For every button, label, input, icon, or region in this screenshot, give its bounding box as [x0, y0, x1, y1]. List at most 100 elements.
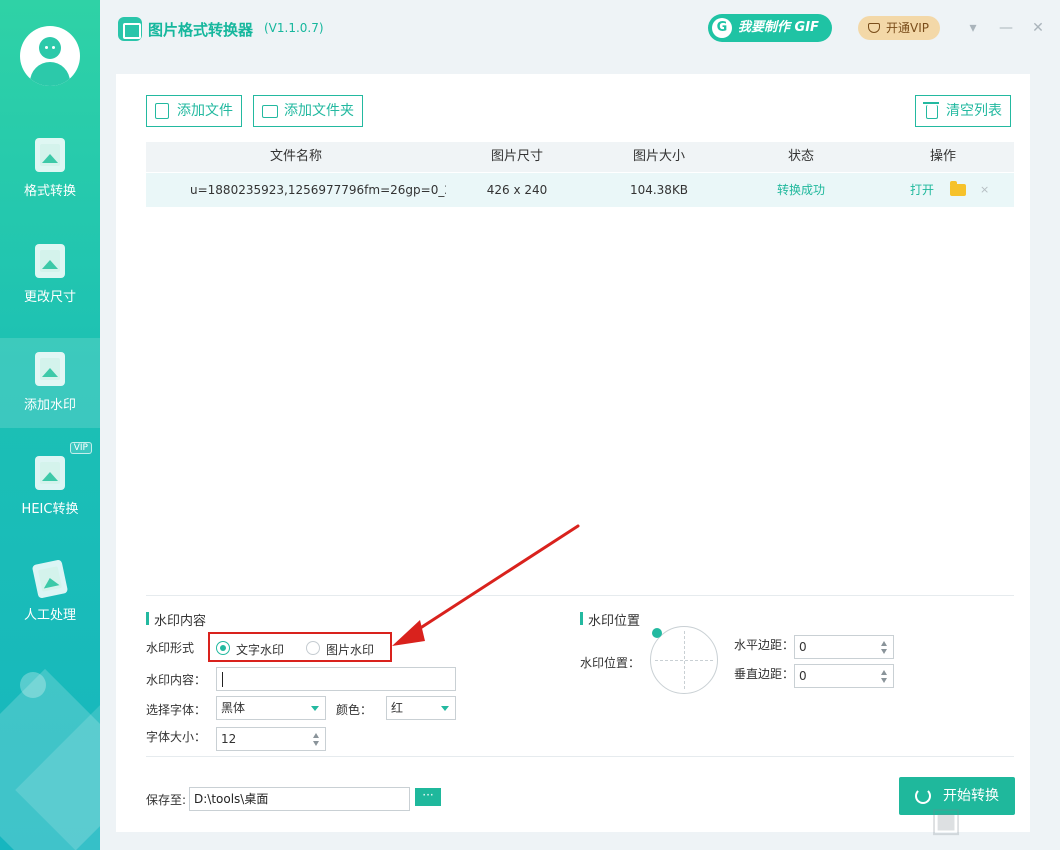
- save-path-input[interactable]: D:\tools\桌面: [189, 787, 410, 811]
- font-select[interactable]: 黑体: [216, 696, 326, 720]
- fontsize-stepper[interactable]: 12: [216, 727, 326, 751]
- menu-dropdown-icon[interactable]: ▾: [965, 20, 981, 36]
- increment-icon[interactable]: [881, 641, 887, 646]
- save-to-label: 保存至:: [146, 793, 187, 807]
- cell-dimensions: 426 x 240: [486, 183, 548, 197]
- sidebar-item-watermark[interactable]: 添加水印: [0, 338, 100, 428]
- file-table: 文件名称 图片尺寸 图片大小 状态 操作 u=1880235923,125697…: [146, 142, 1014, 207]
- add-file-label: 添加文件: [177, 103, 233, 119]
- add-folder-button[interactable]: 添加文件夹: [253, 95, 363, 127]
- sidebar-item-label: 格式转换: [23, 184, 76, 199]
- avatar-body: [30, 62, 70, 86]
- heic-icon: [35, 456, 65, 490]
- decrement-icon[interactable]: [881, 649, 887, 654]
- h-margin-value: 0: [799, 640, 807, 654]
- clear-list-label: 清空列表: [946, 103, 1002, 119]
- v-margin-value: 0: [799, 669, 807, 683]
- header-filename: 文件名称: [269, 149, 322, 164]
- watermark-content-input[interactable]: [216, 667, 456, 691]
- open-vip-button[interactable]: 开通VIP: [858, 16, 940, 40]
- header-filesize: 图片大小: [632, 149, 685, 164]
- crosshair-line: [684, 631, 685, 689]
- main-panel: 添加文件 添加文件夹 清空列表 文件名称 图片尺寸 图片大小 状态 操作 u=1…: [116, 74, 1030, 832]
- minimize-button[interactable]: —: [998, 20, 1014, 36]
- chevron-down-icon: [441, 706, 449, 711]
- app-title: 图片格式转换器: [148, 21, 254, 39]
- section-divider: [146, 756, 1014, 757]
- h-margin-stepper[interactable]: 0: [794, 635, 894, 659]
- vip-badge: VIP: [69, 442, 92, 454]
- add-file-icon: [155, 103, 169, 119]
- refresh-icon: [915, 788, 931, 804]
- sidebar-item-label: 人工处理: [23, 608, 76, 623]
- cell-filesize: 104.38KB: [629, 183, 689, 197]
- diamond-icon: [868, 23, 880, 33]
- header-dimensions: 图片尺寸: [490, 149, 543, 164]
- section-divider: [146, 595, 1014, 596]
- cell-actions: 打开 ×: [872, 173, 1014, 207]
- make-gif-label: 我要制作 GIF: [738, 20, 819, 35]
- close-button[interactable]: ✕: [1030, 20, 1046, 36]
- decrement-icon[interactable]: [881, 678, 887, 683]
- open-folder-icon[interactable]: [950, 181, 966, 196]
- open-link[interactable]: 打开: [910, 173, 934, 207]
- annotation-highlight-box: 文字水印 图片水印: [208, 632, 392, 662]
- increment-icon[interactable]: [313, 733, 319, 738]
- add-file-button[interactable]: 添加文件: [146, 95, 242, 127]
- save-path-value: D:\tools\桌面: [194, 792, 269, 806]
- table-header: 文件名称 图片尺寸 图片大小 状态 操作: [146, 142, 1014, 172]
- radio-dot: [216, 641, 230, 655]
- open-vip-label: 开通VIP: [886, 21, 929, 35]
- clear-list-button[interactable]: 清空列表: [915, 95, 1011, 127]
- format-convert-icon: [35, 138, 65, 172]
- watermark-position-title: 水印位置: [580, 610, 640, 629]
- cell-status: 转换成功: [776, 183, 825, 197]
- browse-button[interactable]: ···: [415, 788, 441, 806]
- sidebar-item-manual[interactable]: 人工处理: [0, 552, 100, 642]
- watermark-content-title: 水印内容: [146, 610, 206, 629]
- radio-dot: [306, 641, 320, 655]
- color-select-value: 红: [391, 701, 404, 715]
- v-margin-label: 垂直边距：: [734, 667, 795, 681]
- avatar-head: [39, 37, 61, 59]
- text-caret: [222, 672, 223, 687]
- manual-process-icon: [31, 559, 69, 599]
- site-watermark-logo: ▣: [930, 800, 962, 840]
- font-select-value: 黑体: [221, 701, 246, 715]
- sidebar-item-heic[interactable]: VIP HEIC转换: [0, 442, 100, 536]
- add-folder-icon: [262, 105, 278, 118]
- sidebar-item-label: HEIC转换: [21, 502, 79, 517]
- fontsize-value: 12: [221, 732, 237, 746]
- radio-image-watermark[interactable]: 图片水印: [306, 641, 374, 658]
- make-gif-button[interactable]: G 我要制作 GIF: [708, 14, 832, 42]
- color-label: 颜色：: [336, 703, 373, 717]
- delete-row-icon[interactable]: ×: [980, 173, 989, 207]
- user-avatar[interactable]: [20, 26, 80, 86]
- header-status: 状态: [787, 149, 814, 164]
- font-label: 选择字体：: [146, 703, 207, 717]
- resize-icon: [35, 244, 65, 278]
- add-folder-label: 添加文件夹: [284, 103, 354, 119]
- watermark-type-label: 水印形式: [146, 641, 195, 655]
- gif-logo-icon: G: [712, 18, 732, 38]
- trash-icon: [923, 102, 939, 119]
- fontsize-label: 字体大小：: [146, 730, 207, 744]
- decrement-icon[interactable]: [313, 741, 319, 746]
- sidebar-item-format-convert[interactable]: 格式转换: [0, 128, 100, 218]
- color-select[interactable]: 红: [386, 696, 456, 720]
- sidebar-item-label: 添加水印: [23, 398, 76, 413]
- radio-text-watermark[interactable]: 文字水印: [216, 641, 284, 658]
- app-version: (V1.1.0.7): [264, 21, 324, 35]
- h-margin-label: 水平边距：: [734, 638, 795, 652]
- table-row[interactable]: u=1880235923,1256977796fm=26gp=0_235 426…: [146, 173, 1014, 207]
- chevron-down-icon: [311, 706, 319, 711]
- position-handle[interactable]: [652, 628, 662, 638]
- app-logo-icon: [118, 17, 142, 41]
- cell-filename: u=1880235923,1256977796fm=26gp=0_235: [190, 183, 446, 197]
- watermark-icon: [35, 352, 65, 386]
- v-margin-stepper[interactable]: 0: [794, 664, 894, 688]
- sidebar-item-resize[interactable]: 更改尺寸: [0, 234, 100, 324]
- increment-icon[interactable]: [881, 670, 887, 675]
- watermark-content-label: 水印内容：: [146, 673, 207, 687]
- header-actions: 操作: [929, 149, 956, 164]
